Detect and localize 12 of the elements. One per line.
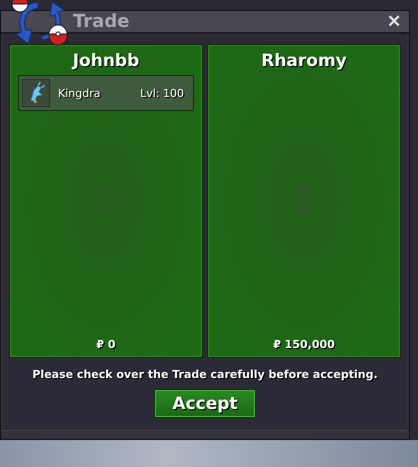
window-title: Trade <box>73 11 130 32</box>
player-name: Rharomy <box>261 51 347 71</box>
player-name: Johnbb <box>72 51 140 71</box>
creature-icon <box>22 79 50 107</box>
money-amount: ₽ 150,000 <box>273 338 335 351</box>
pokemon-name: Kingdra <box>58 86 102 100</box>
close-button[interactable]: ✕ <box>385 11 403 32</box>
money-amount: ₽ 0 <box>96 338 116 351</box>
pokemon-slot[interactable]: Kingdra Lvl: 100 <box>18 75 194 111</box>
accept-button[interactable]: Accept <box>154 389 256 418</box>
pokemon-level: Lvl: 100 <box>140 86 184 100</box>
warning-text: Please check over the Trade carefully before accepting. <box>32 368 378 381</box>
